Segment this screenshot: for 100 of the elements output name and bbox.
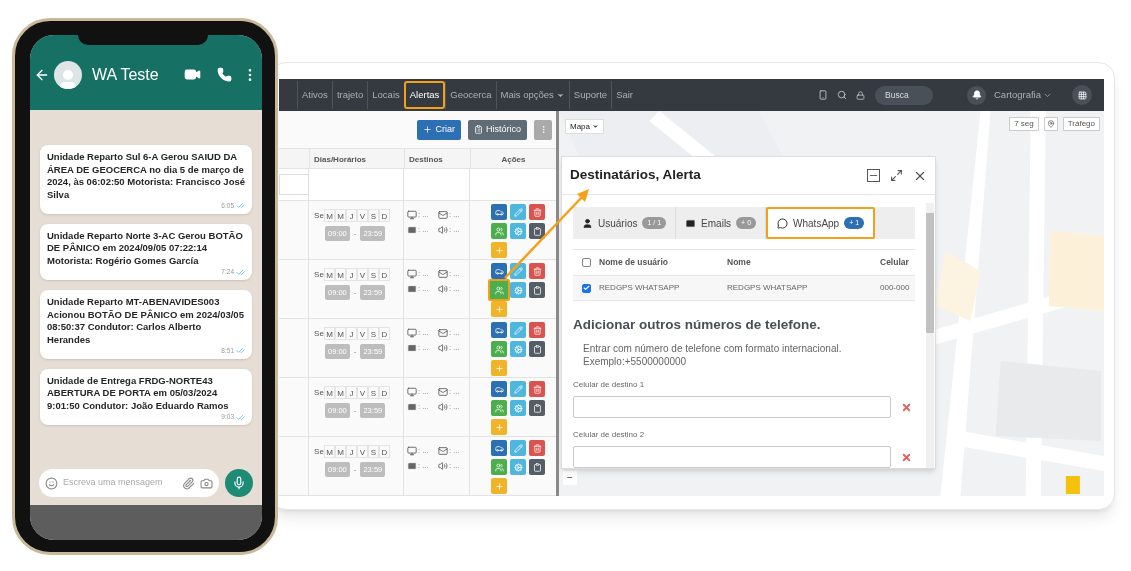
day-label: D [379, 386, 390, 399]
message-input[interactable]: Escreva uma mensagem [63, 476, 177, 490]
delete-button[interactable] [529, 381, 545, 397]
expand-icon[interactable] [890, 169, 903, 182]
table-cell-text: REDGPS WHATSAPP [727, 282, 809, 294]
search-field[interactable]: Busca [875, 85, 933, 105]
mail-icon [438, 445, 448, 456]
nav-item[interactable]: trajeto [331, 81, 368, 109]
zoom-out-button[interactable]: − [563, 471, 577, 485]
users-icon [494, 285, 504, 295]
vehicle-button[interactable] [491, 263, 507, 279]
recipients-button[interactable] [491, 341, 507, 357]
delete-button[interactable] [529, 322, 545, 338]
monitor-icon [407, 445, 417, 456]
add-button[interactable] [491, 478, 507, 494]
vehicle-button[interactable] [491, 204, 507, 220]
camera-icon[interactable] [200, 476, 213, 490]
voice-button[interactable] [225, 469, 253, 497]
clipboard-button[interactable] [529, 400, 545, 416]
remove-icon[interactable] [901, 451, 912, 463]
trash-icon [532, 443, 542, 453]
clipboard-button[interactable] [529, 341, 545, 357]
nav-item[interactable]: Geocerca [445, 81, 496, 109]
recipients-button[interactable] [488, 279, 510, 301]
add-button[interactable] [491, 301, 507, 317]
day-label: M [335, 327, 346, 340]
create-button[interactable]: Criar [417, 119, 461, 140]
more-button[interactable] [534, 119, 552, 140]
emoji-icon[interactable] [45, 476, 58, 490]
mail-icon [438, 268, 448, 279]
column-header: Celular [879, 256, 910, 269]
clipboard-icon [532, 403, 542, 413]
day-label: V [357, 386, 368, 399]
phone-field[interactable] [573, 396, 891, 419]
device-icon[interactable] [818, 90, 828, 100]
plus-icon [494, 304, 504, 314]
lock-icon[interactable] [856, 90, 865, 100]
nav-item[interactable]: Mais opções [495, 81, 569, 109]
pin-icon [1046, 120, 1055, 128]
clipboard-button[interactable] [529, 282, 545, 298]
delete-button[interactable] [529, 263, 545, 279]
phone-icon[interactable] [217, 67, 232, 82]
vehicle-button[interactable] [491, 322, 507, 338]
settings-button[interactable] [510, 400, 526, 416]
clipboard-icon [532, 344, 542, 354]
map-layer-menu[interactable]: Mapa [565, 119, 604, 134]
settings-button[interactable] [510, 341, 526, 357]
vehicle-button[interactable] [491, 381, 507, 397]
day-label: D [379, 209, 390, 222]
notifications-button[interactable] [967, 85, 986, 105]
settings-button[interactable] [510, 282, 526, 298]
add-button[interactable] [491, 419, 507, 435]
gear-icon [513, 344, 523, 354]
map-provider-menu[interactable]: Cartografia [994, 87, 1052, 103]
mail-icon [438, 327, 448, 338]
clipboard-button[interactable] [529, 459, 545, 475]
scrollbar[interactable] [926, 203, 934, 468]
checkbox[interactable] [582, 283, 591, 293]
add-button[interactable] [491, 242, 507, 258]
delete-button[interactable] [529, 204, 545, 220]
traffic-button[interactable]: Tráfego [1062, 117, 1100, 131]
car-icon [494, 207, 504, 217]
day-label: S [368, 209, 379, 222]
car-icon [494, 384, 504, 394]
caret-icon [592, 123, 599, 130]
filter-field[interactable] [279, 173, 309, 195]
delete-button[interactable] [529, 440, 545, 456]
day-label: D [379, 268, 390, 281]
settings-button[interactable] [510, 223, 526, 239]
history-button[interactable]: Histórico [468, 119, 527, 140]
attach-icon[interactable] [182, 476, 195, 490]
scrollbar-thumb[interactable] [926, 213, 934, 333]
remove-icon[interactable] [901, 401, 912, 413]
settings-button[interactable] [510, 459, 526, 475]
envelope-icon [407, 342, 417, 353]
day-label: J [346, 386, 357, 399]
clipboard-button[interactable] [529, 223, 545, 239]
refresh-interval-button[interactable]: 7 seg [1009, 117, 1039, 131]
checkbox[interactable] [582, 258, 591, 267]
microphone-icon [232, 476, 246, 490]
add-button[interactable] [491, 360, 507, 376]
minimize-icon[interactable] [867, 169, 880, 182]
vehicle-button[interactable] [491, 440, 507, 456]
clipboard-icon [474, 125, 483, 134]
message-field[interactable]: Escreva uma mensagem [39, 469, 219, 497]
nav-item[interactable]: Suporte [568, 81, 612, 109]
recipients-button[interactable] [491, 459, 507, 475]
clipboard-icon [532, 285, 542, 295]
nav-item[interactable]: Ativos [297, 81, 332, 109]
recipients-button[interactable] [491, 400, 507, 416]
nav-item[interactable]: Sair [611, 81, 638, 109]
mail-icon [438, 209, 448, 220]
nav-item[interactable]: Locais [367, 81, 404, 109]
nav-item[interactable]: Alertas [403, 81, 446, 109]
table-row[interactable]: REDGPS WHATSAPP REDGPS WHATSAPP 000-000 [573, 275, 915, 301]
recipients-button[interactable] [491, 223, 507, 239]
column-header: Nome de usuário [599, 256, 669, 269]
apps-button[interactable] [1072, 85, 1092, 105]
phone-field[interactable] [573, 446, 891, 468]
search-icon[interactable] [837, 90, 847, 100]
